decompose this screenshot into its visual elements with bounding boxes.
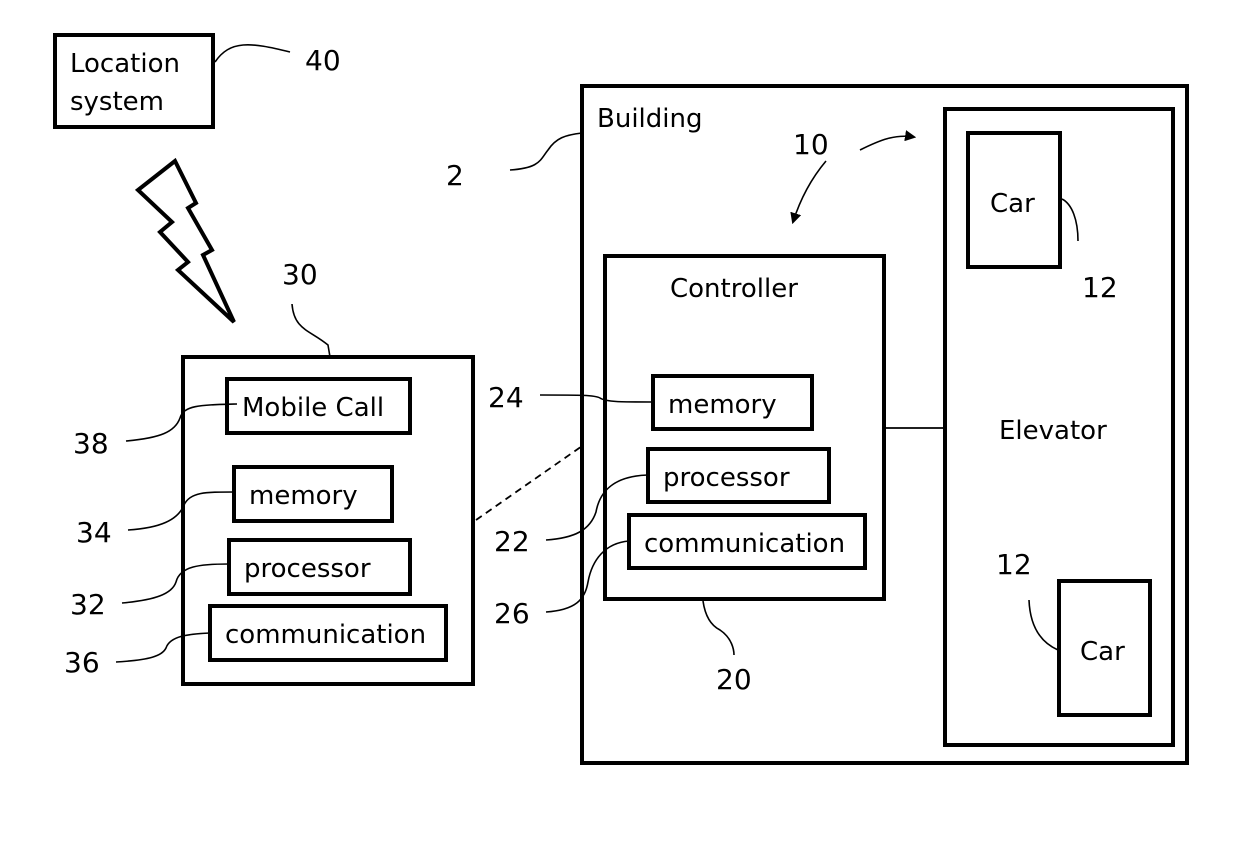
ref-26: 26 — [494, 597, 530, 630]
elevator-car-bottom-label: Car — [1080, 637, 1125, 667]
controller-memory-label: memory — [668, 390, 777, 420]
controller-label: Controller — [670, 274, 798, 304]
ref-30: 30 — [282, 258, 318, 291]
ref-40: 40 — [305, 44, 341, 77]
ref-20: 20 — [716, 663, 752, 696]
mobile-communication-label: communication — [225, 620, 426, 650]
ref-32: 32 — [70, 588, 106, 621]
location-system-label-line1: Location — [70, 49, 180, 79]
ref-36: 36 — [64, 646, 100, 679]
controller-processor-label: processor — [663, 463, 790, 493]
location-system-block: Location system 40 — [53, 33, 341, 129]
ref-12-bottom: 12 — [996, 548, 1032, 581]
elevator-system-diagram: Location system 40 30 Mobile Call memory… — [53, 33, 1189, 765]
ref-22: 22 — [494, 525, 530, 558]
mobile-device-block: 30 Mobile Call memory processor communic… — [64, 258, 475, 686]
lightning-bolt-icon — [134, 157, 236, 324]
controller-communication-label: communication — [644, 529, 845, 559]
mobile-memory-label: memory — [249, 481, 358, 511]
building-block: Building 2 10 Controller memory processo… — [446, 84, 1189, 765]
leader-line-30 — [291, 303, 331, 358]
ref-10: 10 — [793, 128, 829, 161]
location-system-label-line2: system — [70, 87, 164, 117]
leader-line-40 — [214, 44, 291, 63]
ref-12-top: 12 — [1082, 271, 1118, 304]
leader-line-2 — [509, 132, 583, 171]
mobile-call-label: Mobile Call — [242, 393, 384, 423]
elevator-label: Elevator — [999, 416, 1107, 446]
mobile-processor-label: processor — [244, 554, 371, 584]
ref-38: 38 — [73, 427, 109, 460]
ref-2: 2 — [446, 159, 464, 192]
elevator-car-top-label: Car — [990, 189, 1035, 219]
ref-34: 34 — [76, 516, 112, 549]
building-label: Building — [597, 104, 702, 134]
ref-24: 24 — [488, 381, 524, 414]
